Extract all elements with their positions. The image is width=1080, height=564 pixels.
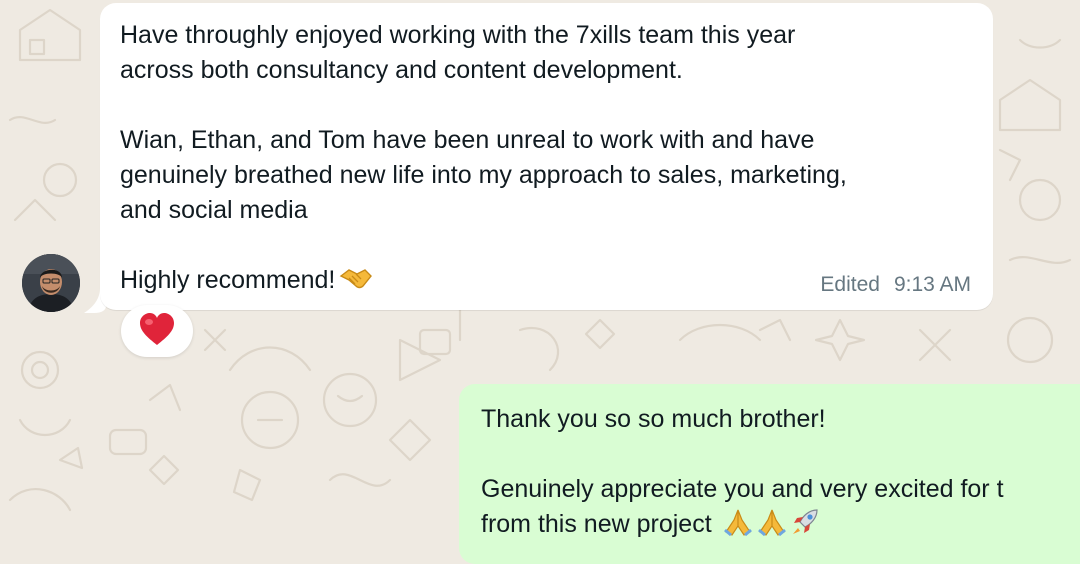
folded-hands-emoji-icon — [723, 508, 753, 546]
incoming-paragraph-3: Highly recommend! — [120, 266, 336, 294]
incoming-paragraph-2: Wian, Ethan, and Tom have been unreal to… — [120, 126, 847, 224]
rocket-emoji-icon — [791, 508, 821, 546]
red-heart-icon — [140, 313, 174, 345]
avatar-photo-icon — [22, 254, 80, 312]
message-meta: Edited 9:13 AM — [820, 273, 971, 297]
outgoing-paragraph-1: Thank you so so much brother! — [481, 405, 826, 433]
reaction-badge[interactable] — [121, 305, 193, 357]
incoming-message-bubble[interactable]: Have throughly enjoyed working with the … — [100, 3, 993, 310]
outgoing-message-bubble[interactable]: Thank you so so much brother! Genuinely … — [459, 384, 1080, 564]
sender-avatar[interactable] — [22, 254, 80, 312]
handshake-emoji-icon — [339, 266, 373, 302]
incoming-message-text: Have throughly enjoyed working with the … — [120, 18, 980, 302]
outgoing-message-text: Thank you so so much brother! Genuinely … — [481, 402, 1080, 546]
message-time: 9:13 AM — [893, 273, 971, 296]
folded-hands-emoji-icon — [757, 508, 787, 546]
edited-label: Edited — [820, 273, 880, 296]
incoming-paragraph-1: Have throughly enjoyed working with the … — [120, 21, 796, 84]
